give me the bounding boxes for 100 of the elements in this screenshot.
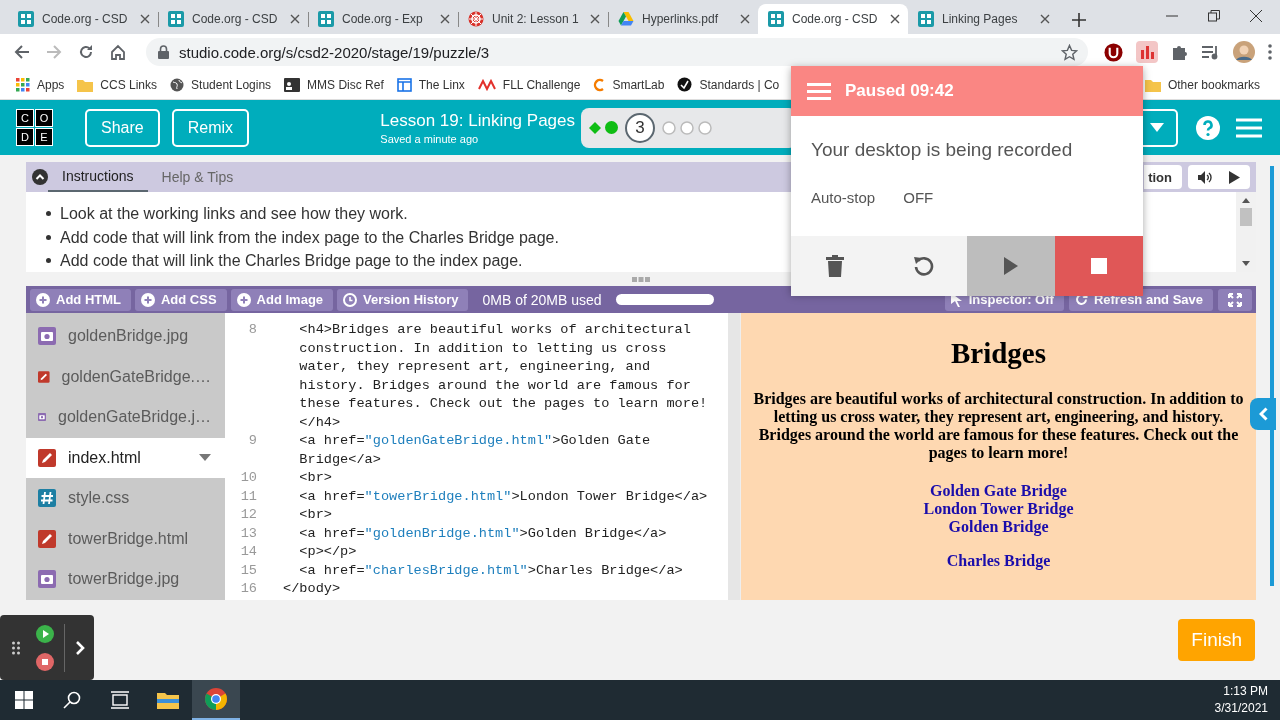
instructions-tab[interactable]: Help & Tips <box>147 162 248 192</box>
close-icon[interactable] <box>740 14 750 24</box>
menu-icon[interactable] <box>1236 117 1262 138</box>
audio-controls[interactable] <box>1188 165 1250 189</box>
recorder-extension-icon[interactable] <box>1136 41 1158 63</box>
close-icon[interactable] <box>890 14 900 24</box>
current-level-bubble[interactable]: 3 <box>625 112 655 143</box>
play-icon[interactable] <box>1229 170 1240 184</box>
file-item[interactable]: towerBridge.jpg <box>26 559 225 600</box>
recording-message: Your desktop is being recorded <box>810 138 1074 162</box>
help-icon[interactable] <box>1196 115 1220 140</box>
scroll-down-icon[interactable] <box>1242 261 1250 266</box>
bookmark[interactable]: CCS Links <box>77 77 158 92</box>
close-icon[interactable] <box>440 14 450 24</box>
new-tab-icon[interactable] <box>1072 13 1086 27</box>
close-icon[interactable] <box>1250 10 1262 22</box>
windows-start-icon[interactable] <box>15 691 33 709</box>
bracket-icon <box>593 77 606 92</box>
browser-tab[interactable]: Code.org - CSD <box>758 4 908 34</box>
browser-tab[interactable]: Hyperlinks.pdf <box>608 4 758 34</box>
completed-dot-icon[interactable] <box>605 121 618 134</box>
browser-tab[interactable]: Code.org - CSD <box>158 4 308 34</box>
stop-icon[interactable] <box>36 652 54 671</box>
collapse-button[interactable]: tion <box>1144 165 1182 189</box>
bookmark[interactable]: Apps <box>16 77 65 92</box>
play-icon[interactable] <box>36 624 54 643</box>
browser-tab[interactable]: Code.org - Exp <box>308 4 458 34</box>
scrollbar[interactable] <box>728 313 740 600</box>
badge-icon <box>677 77 693 92</box>
bookmark[interactable]: Standards | Co <box>677 77 780 92</box>
instruction-text: Add code that will link from the index page to the Charles Bridge page. <box>60 227 559 248</box>
collapse-icon[interactable] <box>32 169 48 185</box>
toolbar-button[interactable]: Version History <box>337 288 469 311</box>
restart-button[interactable] <box>879 236 967 296</box>
auto-stop-value[interactable]: OFF <box>903 189 934 215</box>
browser-icon[interactable] <box>205 688 227 710</box>
clock-icon <box>343 292 358 307</box>
line-number: 14 <box>239 543 257 561</box>
stop-button[interactable] <box>1055 236 1143 296</box>
home-icon[interactable] <box>110 44 126 60</box>
logo[interactable]: C O D E <box>16 109 53 146</box>
file-item[interactable]: style.css <box>26 478 225 519</box>
close-icon[interactable] <box>590 14 600 24</box>
speaker-icon[interactable] <box>1198 170 1213 184</box>
more-menu-icon[interactable] <box>1268 44 1272 60</box>
level-dot-icon[interactable] <box>662 120 676 135</box>
pencil-icon <box>38 529 56 548</box>
bookmark[interactable]: FLL Challenge <box>477 77 581 92</box>
file-item[interactable]: goldenGateBridge.j… <box>26 397 225 438</box>
toolbar-button[interactable]: Add Image <box>230 288 334 311</box>
restore-icon[interactable] <box>1208 10 1220 22</box>
preview-link[interactable]: Charles Bridge <box>946 552 1051 570</box>
search-icon[interactable] <box>63 691 81 709</box>
task-view-icon[interactable] <box>110 691 130 709</box>
bookmark-folder[interactable]: Other bookmarks <box>1144 77 1260 92</box>
resize-grip-icon[interactable] <box>632 276 650 282</box>
file-item[interactable]: towerBridge.html <box>26 518 225 559</box>
close-icon[interactable] <box>140 14 150 24</box>
lock-icon <box>158 45 169 59</box>
apps-icon <box>16 77 30 92</box>
browser-tab[interactable]: Unit 2: Lesson 1 <box>458 4 608 34</box>
clock-time: 1:13 PM <box>1223 683 1268 700</box>
preview-link[interactable]: Golden Bridge <box>948 518 1049 536</box>
dropdown-caret-icon[interactable] <box>199 454 211 462</box>
playlist-icon[interactable] <box>1202 44 1220 60</box>
browser-tab[interactable]: Linking Pages <box>908 4 1058 34</box>
delete-button[interactable] <box>791 236 879 296</box>
play-button[interactable] <box>967 236 1055 296</box>
browser-tab[interactable]: Code.org - CSD <box>8 4 158 34</box>
bookmark[interactable]: Student Logins <box>170 77 272 92</box>
star-icon[interactable] <box>1061 43 1078 61</box>
scroll-thumb[interactable] <box>1240 208 1252 226</box>
file-item[interactable]: index.html <box>26 437 225 478</box>
address-bar[interactable]: studio.code.org/s/csd2-2020/stage/19/puzzle/3 <box>146 38 1088 66</box>
shield-icon[interactable] <box>1104 42 1123 62</box>
folder-icon[interactable] <box>157 691 179 709</box>
chevron-right-icon[interactable] <box>75 639 85 656</box>
close-icon[interactable] <box>290 14 300 24</box>
file-item[interactable]: goldenBridge.jpg <box>26 316 225 357</box>
avatar-icon[interactable] <box>1233 41 1255 63</box>
fullscreen-button[interactable] <box>1218 288 1252 311</box>
toolbar-button[interactable]: Add CSS <box>135 288 227 311</box>
level-dot-icon[interactable] <box>698 120 712 135</box>
level-dot-icon[interactable] <box>680 120 694 135</box>
back-icon[interactable] <box>14 44 30 60</box>
close-icon[interactable] <box>1040 14 1050 24</box>
toolbar-button[interactable]: Add HTML <box>30 288 131 311</box>
code-editor[interactable] <box>225 313 740 600</box>
bookmark[interactable]: The Linx <box>396 77 465 92</box>
preview-link[interactable]: Golden Gate Bridge <box>930 482 1067 500</box>
bookmark[interactable]: MMS Disc Ref <box>284 77 384 92</box>
file-item[interactable]: goldenGateBridge.… <box>26 356 225 397</box>
preview-link[interactable]: London Tower Bridge <box>923 500 1074 518</box>
folder-icon <box>1144 77 1161 92</box>
side-panel-tab[interactable] <box>1250 398 1276 430</box>
drag-handle-icon[interactable] <box>12 640 20 655</box>
scroll-up-icon[interactable] <box>1242 198 1250 203</box>
bookmark[interactable]: SmartLab <box>593 77 665 92</box>
puzzle-icon[interactable] <box>1171 43 1189 61</box>
reload-icon[interactable] <box>78 44 94 60</box>
